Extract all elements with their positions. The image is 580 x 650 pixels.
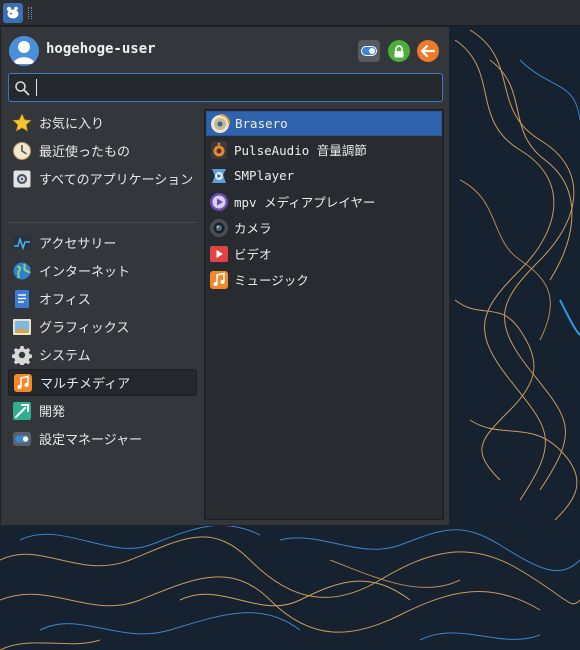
category-internet[interactable]: インターネット bbox=[8, 257, 197, 284]
app-item-music[interactable]: ミュージック bbox=[206, 267, 442, 292]
username: hogehoge-user bbox=[46, 41, 156, 57]
category-system[interactable]: システム bbox=[8, 341, 197, 368]
category-graphics[interactable]: グラフィックス bbox=[8, 313, 197, 340]
system-gear-icon bbox=[12, 345, 32, 365]
music-icon bbox=[209, 270, 229, 290]
app-item-video[interactable]: ビデオ bbox=[206, 241, 442, 266]
app-item-camera[interactable]: カメラ bbox=[206, 215, 442, 240]
category-label: 設定マネージャー bbox=[39, 433, 143, 448]
category-accessories[interactable]: アクセサリー bbox=[8, 229, 197, 256]
category-all-applications[interactable]: すべてのアプリケーション bbox=[8, 165, 197, 192]
panel-handle[interactable] bbox=[28, 7, 32, 19]
lock-screen-button[interactable] bbox=[388, 40, 410, 62]
brasero-icon bbox=[210, 113, 230, 134]
app-label: mpv メディアプレイヤー bbox=[234, 195, 376, 210]
app-label: カメラ bbox=[234, 221, 272, 236]
category-label: すべてのアプリケーション bbox=[39, 173, 194, 188]
accessories-icon bbox=[12, 233, 32, 253]
app-label: ミュージック bbox=[234, 273, 309, 288]
text-cursor bbox=[36, 79, 37, 96]
category-label: お気に入り bbox=[39, 117, 105, 132]
video-icon bbox=[209, 244, 229, 264]
category-label: システム bbox=[39, 349, 91, 364]
settings-manager-icon bbox=[12, 429, 32, 449]
category-separator bbox=[8, 222, 197, 223]
category-recent[interactable]: 最近使ったもの bbox=[8, 137, 197, 164]
category-multimedia[interactable]: マルチメディア bbox=[8, 369, 197, 396]
star-icon bbox=[12, 113, 32, 133]
category-development[interactable]: 開発 bbox=[8, 397, 197, 424]
clock-icon bbox=[12, 141, 32, 161]
category-office[interactable]: オフィス bbox=[8, 285, 197, 312]
multimedia-icon bbox=[13, 373, 33, 393]
xfce-mouse-icon bbox=[6, 6, 19, 19]
category-label: グラフィックス bbox=[39, 321, 130, 336]
office-icon bbox=[12, 289, 32, 309]
category-label: オフィス bbox=[39, 293, 91, 308]
development-icon bbox=[12, 401, 32, 421]
search-box[interactable] bbox=[8, 73, 443, 102]
category-settings-manager[interactable]: 設定マネージャー bbox=[8, 425, 197, 452]
arrow-left-icon bbox=[421, 45, 435, 57]
camera-icon bbox=[209, 218, 229, 238]
whisker-menu-button[interactable] bbox=[3, 3, 23, 23]
app-item-smplayer[interactable]: SMPlayer bbox=[206, 163, 442, 188]
lock-icon bbox=[394, 44, 404, 57]
graphics-icon bbox=[12, 317, 32, 337]
top-panel bbox=[0, 0, 580, 26]
category-favorites[interactable]: お気に入り bbox=[8, 109, 197, 136]
app-item-brasero[interactable]: Brasero bbox=[206, 111, 442, 136]
app-item-mpv[interactable]: mpv メディアプレイヤー bbox=[206, 189, 442, 214]
mpv-icon bbox=[209, 192, 229, 212]
search-input[interactable] bbox=[39, 77, 434, 98]
settings-button[interactable] bbox=[358, 40, 380, 62]
application-list: Brasero PulseAudio 音量調節 SMPlayer mpv メディ… bbox=[204, 109, 444, 520]
category-list: お気に入り 最近使ったもの すべてのアプリケーション アクセサリー インターネッ… bbox=[1, 107, 201, 527]
application-menu: hogehoge-user お気に入り 最近使ったもの すべてのアプリケーション… bbox=[0, 26, 450, 526]
speaker-icon bbox=[209, 140, 229, 160]
toggle-settings-icon bbox=[361, 46, 377, 56]
search-icon bbox=[15, 81, 30, 96]
avatar bbox=[9, 36, 39, 66]
app-label: ビデオ bbox=[234, 247, 272, 262]
app-item-pulseaudio[interactable]: PulseAudio 音量調節 bbox=[206, 137, 442, 162]
user-header: hogehoge-user bbox=[1, 27, 451, 73]
all-apps-icon bbox=[12, 169, 32, 189]
category-label: インターネット bbox=[39, 265, 131, 280]
smplayer-icon bbox=[209, 166, 229, 186]
user-avatar-icon bbox=[9, 36, 39, 66]
app-label: PulseAudio 音量調節 bbox=[234, 143, 367, 158]
globe-icon bbox=[12, 261, 32, 281]
app-label: Brasero bbox=[235, 116, 288, 131]
category-label: 最近使ったもの bbox=[39, 145, 131, 160]
category-label: アクセサリー bbox=[39, 237, 117, 252]
logout-button[interactable] bbox=[417, 40, 439, 62]
app-label: SMPlayer bbox=[234, 168, 295, 183]
category-label: マルチメディア bbox=[40, 377, 131, 392]
category-label: 開発 bbox=[39, 405, 66, 420]
